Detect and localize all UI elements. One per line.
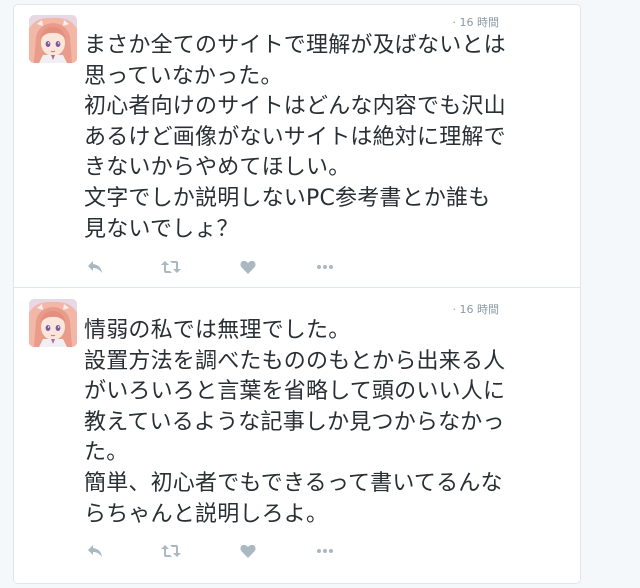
more-icon <box>317 265 333 269</box>
retweet-icon <box>161 545 181 557</box>
reply-icon <box>88 545 102 557</box>
tweet-text-line: 文字でしか説明しないPC参考書とか誰も <box>84 185 491 211</box>
tweet-text-line: きないからやめてほしい。 <box>84 155 351 181</box>
tweet-text: 情弱の私では無理でした。 設置方法を調べたもののもとから出来る人 がいろいろと言… <box>84 316 576 530</box>
tweet-text-line: た。 <box>84 440 129 466</box>
tweet-text-line: らちゃんと説明しろよ。 <box>84 501 329 527</box>
tweet: · 16 時間 まさか全てのサイトで理解が及ばないとは 思っていなかった。 初心… <box>14 5 580 288</box>
retweet-button[interactable] <box>160 541 182 561</box>
timeline: · 16 時間 まさか全てのサイトで理解が及ばないとは 思っていなかった。 初心… <box>13 4 581 584</box>
tweet-text-line: がいろいろと言葉を省略して頭のいい人に <box>84 379 506 405</box>
tweet-actions <box>84 257 344 277</box>
retweet-button[interactable] <box>160 257 182 277</box>
tweet-text-line: 設置方法を調べたもののもとから出来る人 <box>84 348 506 374</box>
tweet: · 16 時間 情弱の私では無理でした。 設置方法を調べたもののもとから出来る人… <box>14 288 580 588</box>
tweet-timestamp[interactable]: · 16 時間 <box>453 14 500 30</box>
tweet-text-line: 教えているような記事しか見つからなかっ <box>84 409 505 435</box>
avatar[interactable] <box>29 15 77 63</box>
retweet-icon <box>161 261 181 273</box>
tweet-text-line: 初心者向けのサイトはどんな内容でも沢山 <box>84 94 506 120</box>
tweet-actions <box>84 541 344 561</box>
tweet-text-line: 情弱の私では無理でした。 <box>84 318 351 343</box>
like-icon <box>240 260 256 274</box>
tweet-text-line: 簡単、初心者でもできるって書いてるんな <box>84 470 503 496</box>
like-button[interactable] <box>237 257 259 277</box>
like-button[interactable] <box>237 541 259 561</box>
more-button[interactable] <box>314 541 336 561</box>
reply-button[interactable] <box>84 541 106 561</box>
reply-icon <box>88 261 102 273</box>
tweet-text: まさか全てのサイトで理解が及ばないとは 思っていなかった。 初心者向けのサイトは… <box>84 31 576 245</box>
tweet-text-line: 見ないでしょ？ <box>84 216 239 242</box>
tweet-text-line: 思っていなかった。 <box>84 63 283 89</box>
reply-button[interactable] <box>84 257 106 277</box>
tweet-timestamp[interactable]: · 16 時間 <box>453 301 500 317</box>
avatar[interactable] <box>29 299 77 347</box>
tweet-text-line: あるけど画像がないサイトは絶対に理解で <box>84 124 506 150</box>
more-icon <box>317 549 333 553</box>
more-button[interactable] <box>314 257 336 277</box>
tweet-text-line: まさか全てのサイトで理解が及ばないとは <box>84 33 506 58</box>
like-icon <box>240 544 256 558</box>
